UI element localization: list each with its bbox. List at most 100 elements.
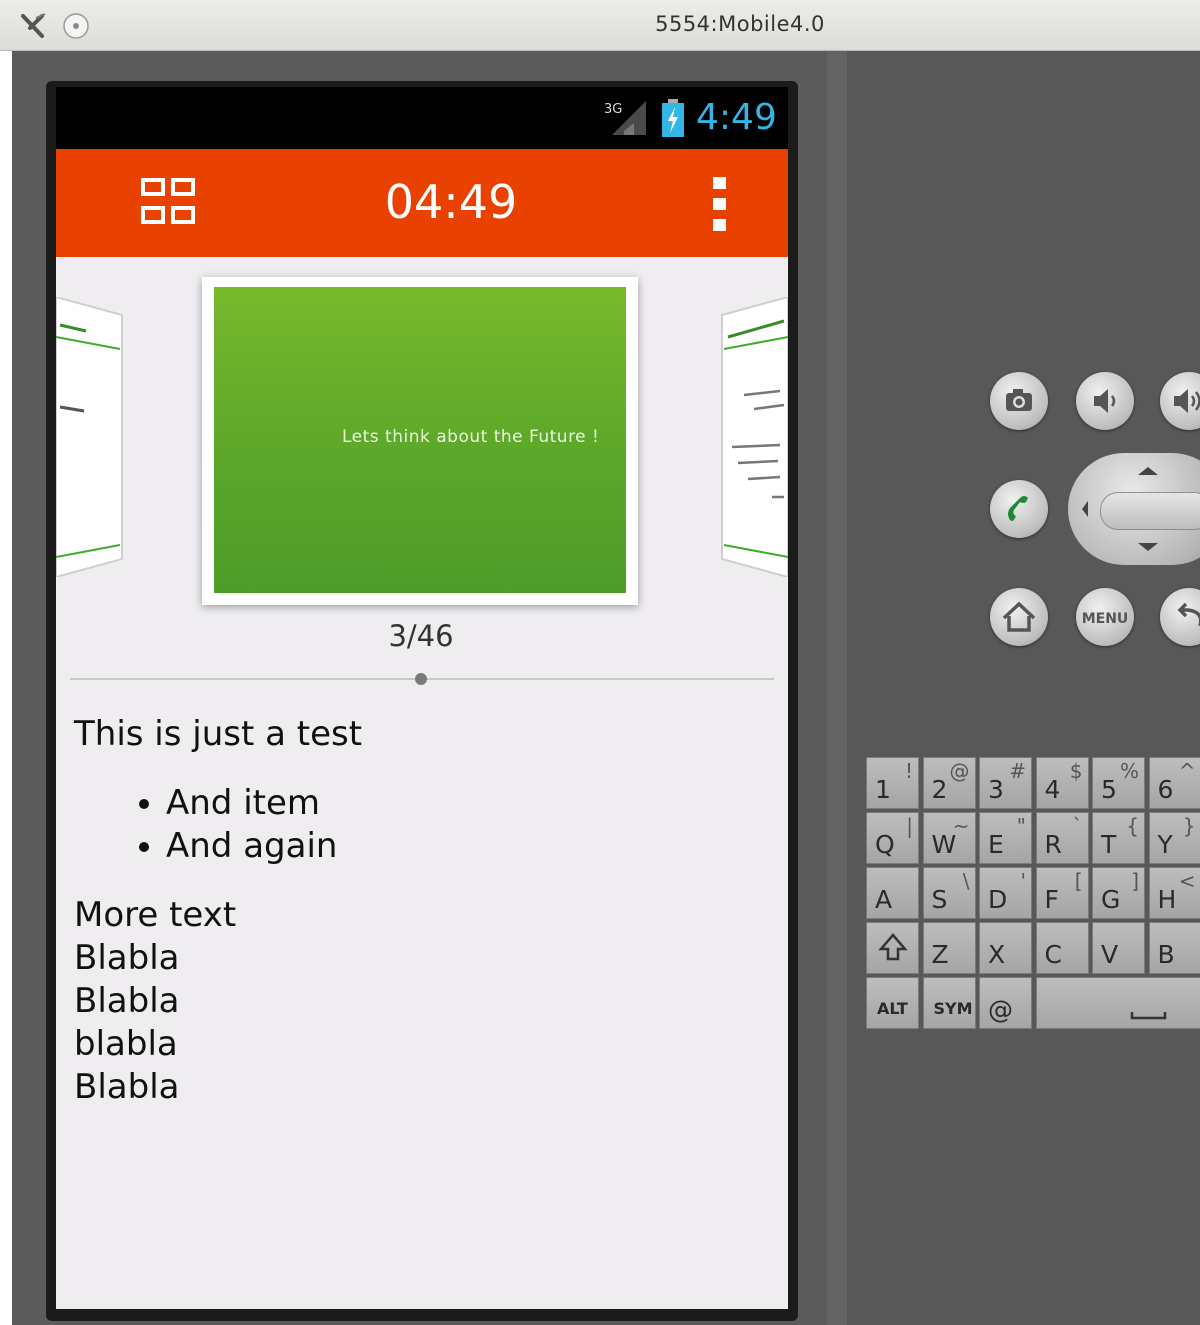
key-label: H — [1157, 885, 1177, 914]
status-bar: 3G 4:49 — [56, 87, 788, 149]
alt-key[interactable]: ALT — [866, 977, 919, 1029]
camera-button[interactable] — [990, 372, 1048, 430]
keyboard-key[interactable]: D ' — [979, 867, 1032, 919]
key-label: Y — [1157, 830, 1173, 859]
at-key[interactable]: @ — [979, 977, 1032, 1029]
slide-counter: 3/46 — [388, 619, 454, 653]
keyboard-key[interactable]: F[ — [1035, 867, 1089, 919]
keyboard-key[interactable]: Q | — [866, 812, 919, 864]
keyboard-key[interactable]: 3 # — [979, 757, 1032, 809]
keyboard-key[interactable]: W ~ — [922, 812, 976, 864]
presentation-timer[interactable]: 04:49 — [356, 175, 546, 229]
phone-call-icon — [1008, 496, 1028, 521]
keyboard-key[interactable]: 6 ^ — [1148, 757, 1200, 809]
keyboard-key[interactable]: 5% — [1092, 757, 1145, 809]
hardware-keyboard: 1! 2 @3 #4 $5% 6 ^ Q | W ~ E " R ` T{Y} A S \ D ' F[G] H < Z X C V B… — [866, 757, 1200, 1033]
key-label: C — [1044, 940, 1062, 969]
notes-line: More text — [74, 895, 237, 935]
keyboard-key[interactable]: V — [1092, 922, 1145, 974]
key-alt-label: | — [906, 814, 913, 838]
call-button[interactable] — [990, 480, 1048, 538]
overflow-menu-icon[interactable] — [710, 177, 730, 231]
keyboard-key[interactable]: H < — [1148, 867, 1200, 919]
keyboard-key[interactable]: R ` — [1035, 812, 1089, 864]
shift-icon — [878, 933, 908, 961]
back-button[interactable] — [1160, 588, 1200, 646]
emulator-controls-panel — [847, 51, 1200, 1325]
camera-icon — [1006, 389, 1032, 411]
keyboard-key[interactable]: A — [866, 867, 919, 919]
grid-icon[interactable] — [140, 177, 198, 227]
current-slide[interactable]: Lets think about the Future ! — [202, 277, 638, 605]
current-slide-text: Lets think about the Future ! — [342, 427, 600, 447]
menu-button[interactable]: MENU — [1076, 588, 1134, 646]
window-title: 5554:Mobile4.0 — [655, 12, 825, 36]
keyboard-key[interactable]: 2 @ — [922, 757, 976, 809]
key-label: 1 — [875, 775, 891, 804]
keyboard-key[interactable]: X — [979, 922, 1032, 974]
status-clock: 4:49 — [696, 97, 777, 138]
key-alt-label: ] — [1131, 869, 1139, 893]
action-bar: 04:49 — [56, 149, 788, 257]
key-label: 5 — [1101, 775, 1117, 804]
keyboard-key[interactable]: Z — [922, 922, 976, 974]
window-titlebar: 5554:Mobile4.0 — [0, 0, 1200, 51]
key-label: 4 — [1044, 775, 1061, 804]
keyboard-key[interactable]: 4 $ — [1035, 757, 1089, 809]
speaker-loud-icon — [1174, 389, 1200, 413]
shift-key[interactable] — [866, 922, 919, 974]
notes-line: Blabla — [74, 981, 180, 1021]
list-item: And again — [166, 825, 764, 868]
key-label: 6 — [1157, 775, 1174, 804]
key-label: D — [988, 885, 1008, 914]
keyboard-key[interactable]: 1! — [866, 757, 919, 809]
dpad-center-button[interactable] — [1100, 492, 1200, 530]
key-label: A — [875, 885, 893, 914]
speaker-notes: This is just a test And item And again M… — [74, 713, 764, 1109]
key-label: G — [1101, 885, 1121, 914]
key-label: Z — [931, 940, 949, 969]
keyboard-key[interactable]: B — [1148, 922, 1200, 974]
window-menu-icon[interactable] — [62, 12, 90, 40]
key-label: V — [1101, 940, 1119, 969]
emulator-divider — [827, 51, 847, 1325]
key-label: @ — [988, 995, 1013, 1024]
key-alt-label: ` — [1072, 814, 1083, 838]
key-alt-label: $ — [1069, 759, 1083, 783]
keyboard-key[interactable]: Y} — [1148, 812, 1200, 864]
key-alt-label: # — [1009, 759, 1026, 783]
key-label: 2 — [931, 775, 948, 804]
volume-up-button[interactable] — [1160, 372, 1200, 430]
keyboard-key[interactable]: S \ — [922, 867, 976, 919]
keyboard-key[interactable]: T{ — [1092, 812, 1145, 864]
back-arrow-icon — [1177, 602, 1200, 626]
list-item: And item — [166, 782, 764, 825]
home-button[interactable] — [990, 588, 1048, 646]
key-label: T — [1101, 830, 1117, 859]
keyboard-key[interactable]: E " — [979, 812, 1032, 864]
notes-bullet-list: And item And again — [74, 782, 764, 868]
key-alt-label: { — [1126, 814, 1139, 838]
previous-slide-thumbnail[interactable] — [56, 297, 126, 577]
x-app-icon[interactable] — [20, 12, 48, 40]
key-alt-label: \ — [962, 869, 970, 893]
notes-line: blabla — [74, 1024, 178, 1064]
next-slide-thumbnail[interactable] — [718, 297, 788, 577]
menu-button-label: MENU — [1082, 611, 1129, 627]
device-screen: 3G 4:49 04:49 Lets think about the Futur… — [56, 87, 788, 1309]
speaker-icon — [1094, 389, 1116, 413]
key-alt-label: < — [1178, 869, 1196, 893]
sym-key[interactable]: SYM — [922, 977, 976, 1029]
space-key[interactable] — [1035, 977, 1200, 1029]
space-bar-icon — [1130, 1012, 1166, 1020]
menu-button-label-svg: MENU — [1082, 611, 1129, 627]
current-slide-content: Lets think about the Future ! — [214, 287, 626, 593]
battery-charging-icon — [662, 99, 684, 137]
key-alt-label: ^ — [1178, 759, 1196, 783]
key-label: E — [988, 830, 1004, 859]
separator-handle[interactable] — [415, 673, 427, 685]
volume-down-button[interactable] — [1076, 372, 1134, 430]
keyboard-key[interactable]: C — [1035, 922, 1089, 974]
notes-line: Blabla — [74, 938, 180, 978]
keyboard-key[interactable]: G] — [1092, 867, 1145, 919]
